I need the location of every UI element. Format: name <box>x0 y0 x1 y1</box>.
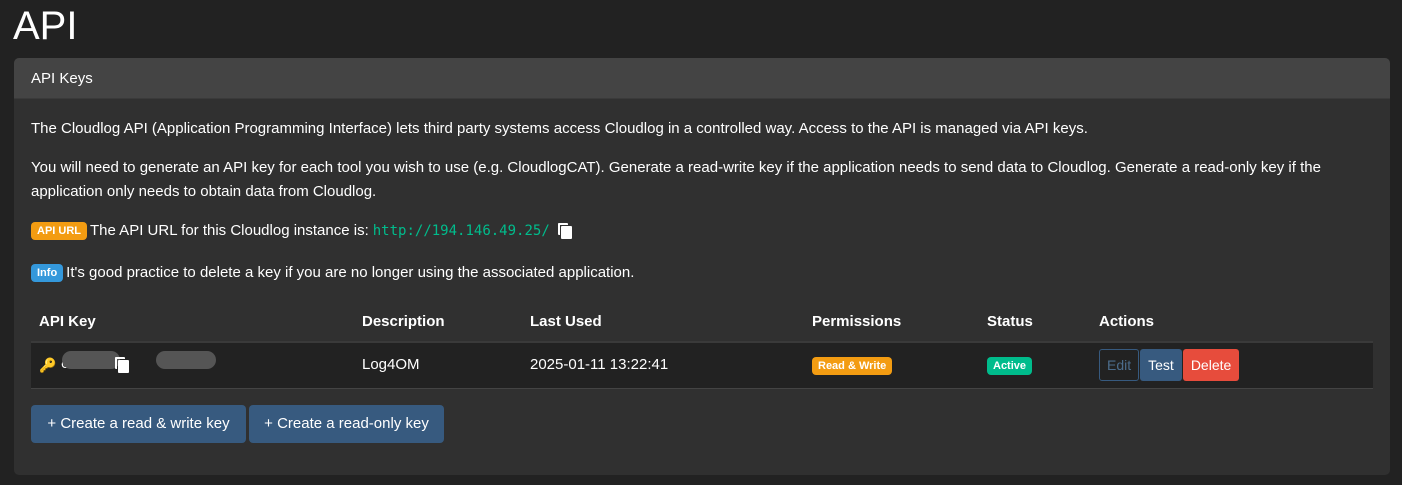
header-description: Description <box>354 302 522 343</box>
actions-cell: Edit Test Delete <box>1091 342 1373 389</box>
page-title: API <box>13 4 78 48</box>
redaction-mark <box>156 351 217 370</box>
instructions-text: You will need to generate an API key for… <box>31 159 1321 200</box>
permissions-cell: Read & Write <box>804 342 979 389</box>
info-line: Info It's good practice to delete a key … <box>31 261 1371 285</box>
last-used-cell: 2025-01-11 13:22:41 <box>522 342 804 389</box>
header-status: Status <box>979 302 1091 343</box>
test-button[interactable]: Test <box>1140 349 1182 382</box>
api-key-value: c 00e5 <box>60 351 217 377</box>
header-permissions: Permissions <box>804 302 979 343</box>
create-read-only-key-button[interactable]: + Create a read-only key <box>249 405 444 443</box>
info-badge: Info <box>31 264 64 282</box>
redaction-mark <box>62 351 121 370</box>
info-text: It's good practice to delete a key if yo… <box>66 264 635 281</box>
api-url-label: The API URL for this Cloudlog instance i… <box>90 222 369 239</box>
api-keys-table: API Key Description Last Used Permission… <box>31 302 1373 389</box>
status-cell: Active <box>979 342 1091 389</box>
status-badge: Active <box>987 357 1033 376</box>
api-url-badge: API URL <box>31 222 87 240</box>
permissions-badge: Read & Write <box>812 357 893 376</box>
copy-icon[interactable] <box>557 223 572 239</box>
description-cell: Log4OM <box>354 342 522 389</box>
header-last-used: Last Used <box>522 302 804 343</box>
card-header: API Keys <box>14 58 1390 99</box>
api-key-cell: 🔑 c 00e5 <box>31 342 354 389</box>
api-keys-card: API Keys The Cloudlog API (Application P… <box>14 58 1390 475</box>
api-url-value: http://194.146.49.25/ <box>372 223 550 239</box>
copy-icon[interactable] <box>115 357 130 374</box>
create-read-write-key-button[interactable]: + Create a read & write key <box>31 405 246 443</box>
header-actions: Actions <box>1091 302 1373 343</box>
table-header-row: API Key Description Last Used Permission… <box>31 302 1373 343</box>
api-url-line: API URL The API URL for this Cloudlog in… <box>31 219 1371 243</box>
header-api-key: API Key <box>31 302 354 343</box>
table-row: 🔑 c 00e5 Log4OM 2025-01-11 13:22:41 <box>31 342 1373 389</box>
key-icon: 🔑 <box>39 357 57 374</box>
edit-button[interactable]: Edit <box>1099 349 1140 382</box>
delete-button[interactable]: Delete <box>1182 349 1240 382</box>
intro-text: The Cloudlog API (Application Programmin… <box>31 120 1088 137</box>
